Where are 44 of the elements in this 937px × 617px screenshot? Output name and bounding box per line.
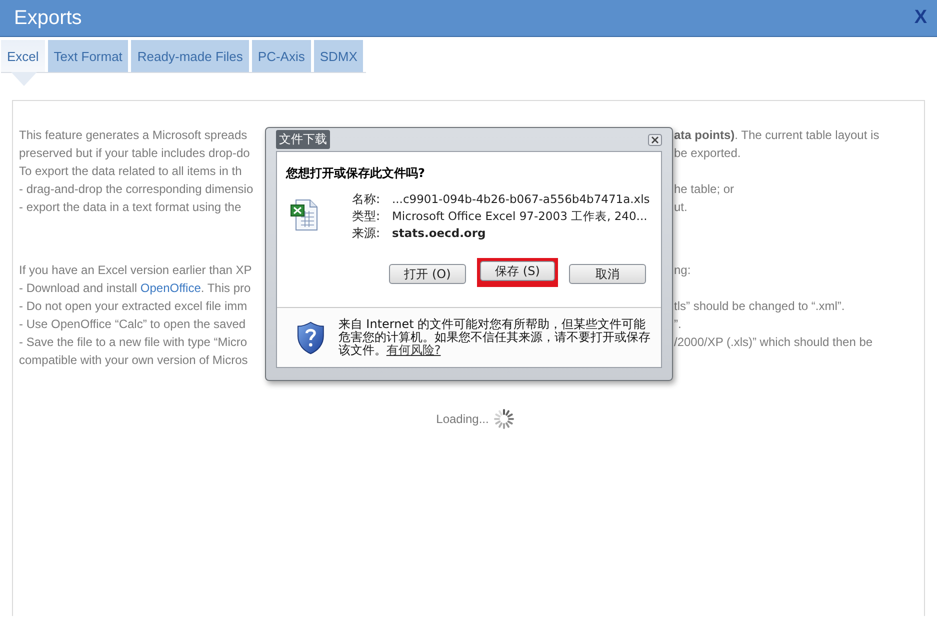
field-value: Microsoft Office Excel 97-2003 工作表, 240... — [392, 209, 648, 224]
text-line: preserved but if your table includes drop-do — [19, 145, 251, 162]
dialog-button[interactable]: 保存 (S) — [480, 261, 555, 281]
text-line: - Save the file to a new file with type “Micro — [19, 334, 248, 351]
text-line: /2000/XP (.xls)” which should then be — [674, 334, 874, 351]
close-button[interactable]: X — [912, 7, 929, 29]
text-line: ut. — [674, 199, 688, 216]
text-line: ng: — [674, 262, 692, 279]
text-line: compatible with your own version of Micros — [19, 352, 249, 369]
tab[interactable]: Text Format — [48, 40, 128, 72]
field-value: ...c9901-094b-4b26-b067-a556b4b7471a.xls — [392, 192, 650, 207]
loading-text: Loading... — [436, 412, 489, 426]
spinner-icon — [492, 408, 515, 430]
text-line: be exported. — [674, 145, 742, 162]
window-title: Exports — [14, 6, 82, 30]
text-link[interactable]: OpenOffice — [140, 281, 201, 295]
text-line: If you have an Excel version earlier than XP — [19, 262, 253, 279]
text-line: To export the data related to all items in th — [19, 163, 243, 180]
text-line: ata points). The current table layout is — [674, 127, 880, 144]
tab[interactable]: SDMX — [314, 40, 364, 72]
text-line: - Do not open your extracted excel file imm — [19, 298, 248, 315]
field-label: 类型: — [352, 209, 382, 224]
dialog-button[interactable]: 打开 (O) — [389, 264, 466, 284]
spreadsheet-file-icon — [290, 199, 318, 231]
close-icon[interactable] — [648, 134, 662, 146]
tab[interactable]: PC-Axis — [252, 40, 311, 72]
field-label: 来源: — [352, 226, 382, 241]
warning-text: 来自 Internet 的文件可能对您有所帮助，但某些文件可能危害您的计算机。如果您不信任其来源，请不要打开或保存该文件。有何风险? — [338, 318, 651, 357]
text-line: This feature generates a Microsoft spreads — [19, 127, 248, 144]
risk-link[interactable]: 有何风险? — [386, 343, 441, 357]
shield-question-icon — [297, 320, 324, 354]
text-line: tls” should be changed to “.xml”. — [674, 298, 846, 315]
text-line: - drag-and-drop the corresponding dimensio — [19, 181, 254, 198]
text-line: he table; or — [674, 181, 736, 198]
text-line: - export the data in a text format using the — [19, 199, 242, 216]
tab[interactable]: Ready-made Files — [131, 40, 249, 72]
field-label: 名称: — [352, 192, 382, 207]
dialog-button[interactable]: 取消 — [569, 264, 646, 284]
text-line: - Download and install OpenOffice. This pro — [19, 280, 252, 297]
field-value: stats.oecd.org — [392, 226, 487, 241]
dialog-title: 文件下载 — [276, 130, 330, 149]
text-line: ”. — [674, 316, 682, 333]
text-line: - Use OpenOffice “Calc” to open the saved — [19, 316, 247, 333]
dialog-heading: 您想打开或保存此文件吗? — [284, 165, 426, 182]
